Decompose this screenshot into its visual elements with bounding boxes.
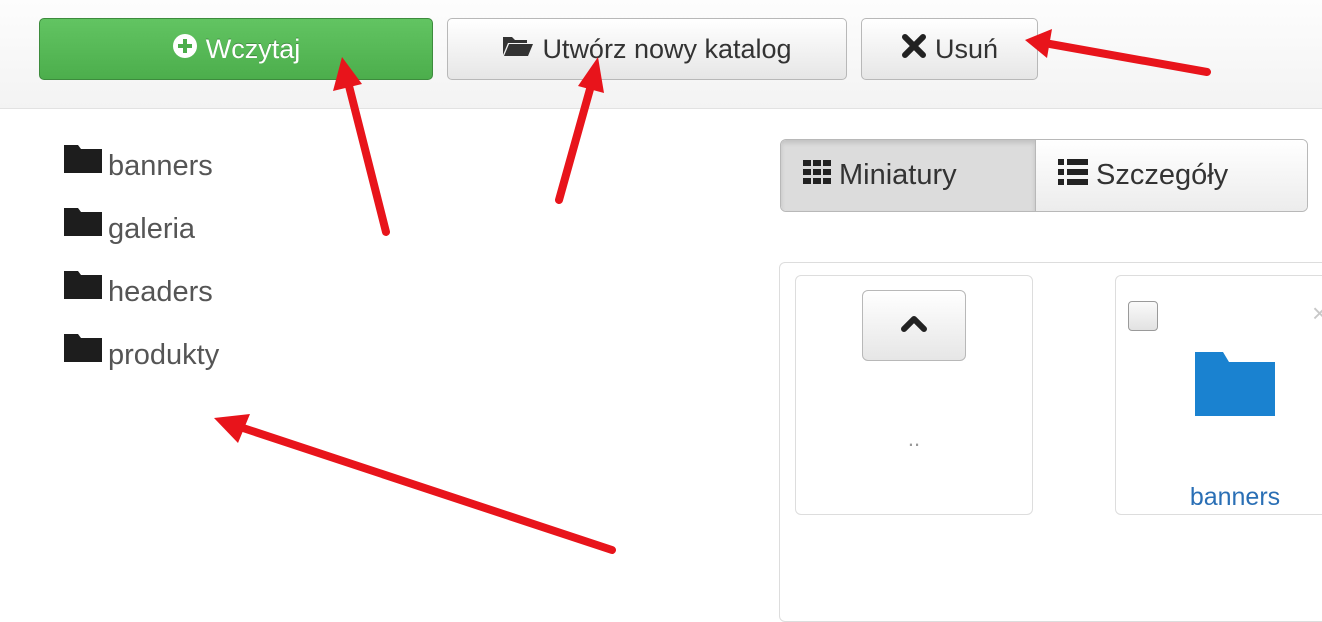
new-folder-button-label: Utwórz nowy katalog: [542, 33, 792, 64]
parent-folder-label: ..: [907, 426, 921, 451]
folder-icon: [1195, 352, 1275, 421]
folder-tile-name: banners: [1189, 483, 1281, 511]
thumbnails-view-label: Miniatury: [839, 159, 957, 191]
up-button[interactable]: [862, 290, 966, 361]
tree-item-label: headers: [108, 276, 213, 308]
new-folder-button[interactable]: Utwórz nowy katalog: [447, 18, 847, 80]
select-checkbox[interactable]: [1128, 301, 1158, 331]
details-view-button[interactable]: Szczegóły: [1036, 140, 1307, 211]
tree-item-label: galeria: [108, 213, 196, 245]
arrowhead-tree: [214, 414, 250, 443]
thumbnails-view-button[interactable]: Miniatury: [781, 140, 1036, 211]
x-icon: [901, 33, 927, 66]
list-icon: [1058, 158, 1088, 193]
chevron-up-icon: [901, 314, 927, 337]
folder-tile-banners[interactable]: × banners: [1115, 275, 1322, 515]
folder-icon: [64, 269, 104, 307]
grid-icon: [803, 159, 831, 192]
tree-item-label: banners: [108, 150, 213, 182]
close-icon[interactable]: ×: [1312, 298, 1322, 329]
upload-button-label: Wczytaj: [205, 33, 301, 64]
plus-circle-icon: [172, 33, 198, 66]
upload-button[interactable]: Wczytaj: [39, 18, 433, 80]
arrow-to-tree: [236, 423, 616, 554]
folder-icon: [64, 206, 104, 244]
folder-open-icon: [502, 34, 534, 65]
delete-button-label: Usuń: [934, 33, 999, 64]
folder-icon: [64, 143, 104, 181]
tree-item-label: produkty: [108, 339, 220, 371]
toolbar: Wczytaj Utwórz nowy katalog Usuń: [0, 0, 1322, 109]
details-view-label: Szczegóły: [1096, 159, 1229, 191]
folder-icon: [64, 332, 104, 370]
delete-button[interactable]: Usuń: [861, 18, 1038, 80]
parent-folder-tile[interactable]: ..: [795, 275, 1033, 515]
view-toggle: Miniatury Szczegóły: [780, 139, 1308, 212]
